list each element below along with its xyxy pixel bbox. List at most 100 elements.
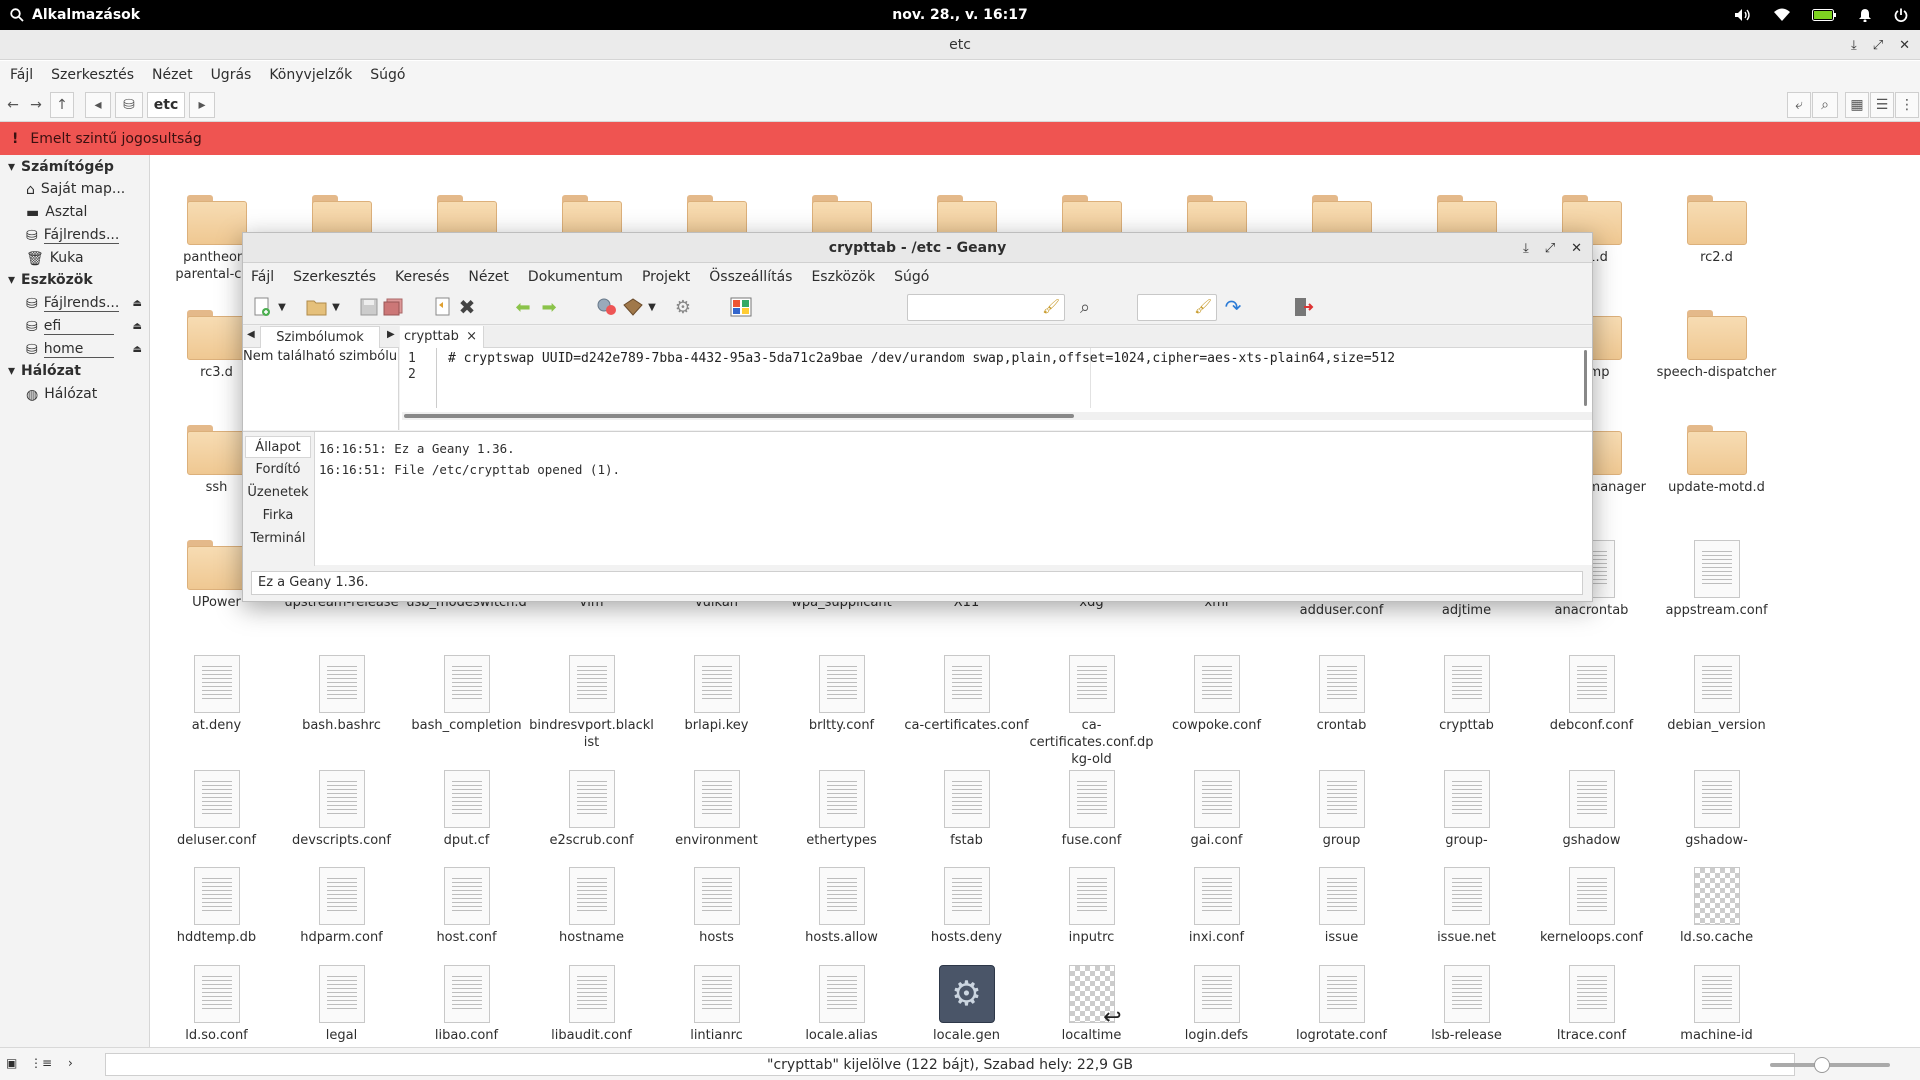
color-chooser-icon[interactable] [729,296,753,318]
revert-icon[interactable] [431,296,455,318]
back-icon[interactable]: ← [3,92,23,118]
path-right-icon[interactable]: ▸ [189,92,215,118]
geany-menu-file[interactable]: Fájl [251,269,274,285]
menu-view[interactable]: Nézet [152,67,193,83]
sidebar-section-computer[interactable]: ▾ Számítógép [8,159,114,175]
goto-line-icon[interactable]: ↷ [1221,295,1245,319]
file-item[interactable]: locale.alias [779,965,904,1044]
tree-toggle-icon[interactable]: ⋮≡ [30,1056,52,1070]
file-item[interactable]: appstream.conf [1654,540,1779,619]
file-item[interactable]: host.conf [404,867,529,946]
eject-icon[interactable]: ⏏ [133,321,142,332]
tab-scribble[interactable]: Firka [245,505,311,527]
file-item[interactable]: dput.cf [404,770,529,849]
power-icon[interactable] [1894,8,1908,22]
file-item[interactable]: crontab [1279,655,1404,734]
zoom-slider-knob[interactable] [1814,1057,1830,1073]
file-item[interactable]: hddtemp.db [154,867,279,946]
close-tab-icon[interactable]: × [466,326,477,347]
search-field[interactable]: 🖌 [907,294,1065,321]
file-item[interactable]: libao.conf [404,965,529,1044]
file-item[interactable]: fstab [904,770,1029,849]
file-item[interactable]: debian_version [1654,655,1779,734]
sidebar-section-devices[interactable]: ▾ Eszközök [8,272,93,288]
file-item[interactable]: cowpoke.conf [1154,655,1279,734]
eject-icon[interactable]: ⏏ [133,344,142,355]
tab-compiler[interactable]: Fordító [245,459,311,481]
file-item[interactable]: inxi.conf [1154,867,1279,946]
file-item[interactable]: hosts [654,867,779,946]
file-item[interactable]: lintianrc [654,965,779,1044]
up-icon[interactable]: ↑ [50,92,74,118]
drive-icon[interactable]: ⛁ [115,92,143,118]
new-dropdown-icon[interactable]: ▼ [275,296,289,318]
geany-menu-tools[interactable]: Eszközök [811,269,875,285]
file-item[interactable]: gshadow [1529,770,1654,849]
file-item[interactable]: ca-certificates.conf [904,655,1029,734]
sidebar-item-device-fs[interactable]: ⛁ Fájlrends... ⏏ [26,295,144,312]
minimize-icon[interactable]: ⤓ [1523,241,1529,256]
build-dropdown-icon[interactable]: ▼ [645,296,659,318]
file-item[interactable]: crypttab [1404,655,1529,734]
battery-icon[interactable] [1812,9,1836,21]
file-item[interactable]: e2scrub.conf [529,770,654,849]
build-icon[interactable] [621,296,645,318]
maximize-icon[interactable]: ⤢ [1545,241,1555,256]
file-item[interactable]: hdparm.conf [279,867,404,946]
file-item[interactable]: devscripts.conf [279,770,404,849]
sidebar-section-network[interactable]: ▾ Hálózat [8,363,81,379]
code-area[interactable]: 1 2 # cryptswap UUID=d242e789-7bba-4432-… [400,348,1590,408]
menu-bookmarks[interactable]: Könyvjelzők [269,67,352,83]
find-icon[interactable]: ⌕ [1073,296,1097,318]
file-item[interactable]: issue.net [1404,867,1529,946]
forward-icon[interactable]: → [26,92,46,118]
file-item[interactable]: ld.so.cache [1654,867,1779,946]
menu-help[interactable]: Súgó [370,67,405,83]
file-item[interactable]: login.defs [1154,965,1279,1044]
sidebar-item-network[interactable]: ◍ Hálózat [26,386,144,403]
geany-menu-view[interactable]: Nézet [468,269,509,285]
eject-icon[interactable]: ⏏ [133,298,142,309]
applications-menu[interactable]: Alkalmazások [10,0,140,30]
geany-menu-project[interactable]: Projekt [642,269,690,285]
horizontal-scrollbar[interactable] [402,412,1592,420]
terminal-toggle-icon[interactable]: › [68,1056,73,1070]
tab-crypttab[interactable]: crypttab × [400,326,484,348]
sidebar-item-filesystem[interactable]: ⛁ Fájlrends... [26,227,144,244]
geany-menu-build[interactable]: Összeállítás [709,269,792,285]
navigate-forward-icon[interactable]: ➡ [537,296,561,318]
new-file-icon[interactable] [251,296,275,318]
sidebar-item-trash[interactable]: 🗑 Kuka [26,250,144,267]
tab-scroll-right-icon[interactable]: ▶ [387,329,395,340]
list-view-icon[interactable]: ☰ [1870,92,1894,118]
geany-menu-document[interactable]: Dokumentum [528,269,623,285]
file-item[interactable]: lsb-release [1404,965,1529,1044]
tab-status[interactable]: Állapot [245,436,311,458]
file-item[interactable]: bash.bashrc [279,655,404,734]
file-item[interactable]: debconf.conf [1529,655,1654,734]
quit-icon[interactable] [1291,296,1315,318]
file-item[interactable]: ethertypes [779,770,904,849]
icon-view-icon[interactable]: ▦ [1845,92,1869,118]
zoom-slider[interactable] [1770,1057,1890,1073]
file-item[interactable]: speech-dispatcher [1654,310,1779,381]
file-item[interactable]: ld.so.conf [154,965,279,1044]
file-item[interactable]: rc2.d [1654,195,1779,266]
clock[interactable]: nov. 28., v. 16:17 [0,0,1920,30]
file-item[interactable]: deluser.conf [154,770,279,849]
close-icon[interactable]: ✕ [1899,38,1910,53]
file-item[interactable]: hosts.deny [904,867,1029,946]
path-edit-icon[interactable]: ⤶ [1787,92,1811,118]
menu-file[interactable]: Fájl [10,67,33,83]
file-item[interactable]: group [1279,770,1404,849]
sidebar-item-efi[interactable]: ⛁ efi ⏏ [26,318,144,335]
file-item[interactable]: environment [654,770,779,849]
file-item[interactable]: inputrc [1029,867,1154,946]
save-icon[interactable] [357,296,381,318]
file-item[interactable]: group- [1404,770,1529,849]
run-settings-icon[interactable]: ⚙ [671,296,695,318]
open-folder-icon[interactable] [305,296,329,318]
tab-messages[interactable]: Üzenetek [245,482,311,504]
compile-icon[interactable] [595,296,619,318]
file-item[interactable]: hosts.allow [779,867,904,946]
